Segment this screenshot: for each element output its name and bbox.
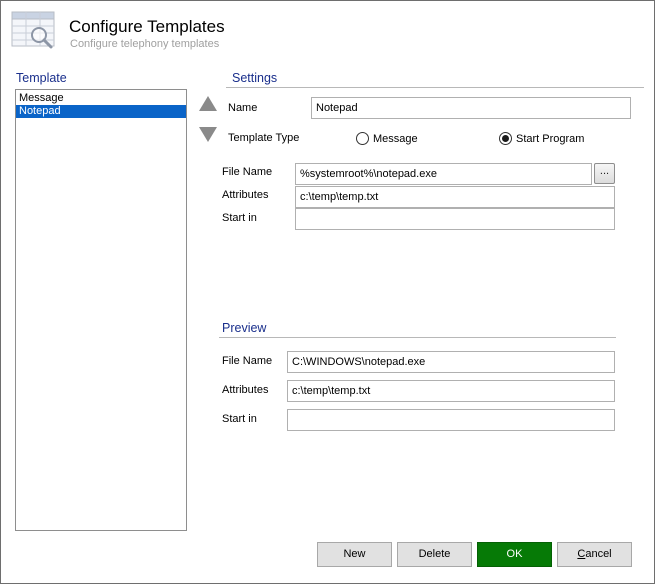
template-section-title: Template — [16, 71, 67, 85]
name-label: Name — [228, 102, 258, 114]
ok-button[interactable]: OK — [477, 542, 552, 567]
configure-templates-dialog: Configure Templates Configure telephony … — [0, 0, 655, 584]
template-list[interactable]: Message Notepad — [15, 89, 187, 531]
new-button[interactable]: New — [317, 542, 392, 567]
preview-file-name-field — [287, 351, 615, 373]
preview-divider — [219, 337, 616, 338]
preview-file-name-label: File Name — [222, 355, 273, 367]
delete-button[interactable]: Delete — [397, 542, 472, 567]
radio-message-label: Message — [373, 132, 418, 145]
preview-section-title: Preview — [222, 321, 267, 335]
move-up-arrow-icon[interactable] — [197, 93, 219, 115]
attributes-label: Attributes — [222, 189, 269, 201]
attributes-input[interactable] — [295, 186, 615, 208]
start-in-label: Start in — [222, 212, 257, 224]
template-list-item-notepad[interactable]: Notepad — [16, 105, 186, 118]
file-name-input[interactable] — [295, 163, 592, 185]
preview-start-in-field — [287, 409, 615, 431]
template-list-item-message[interactable]: Message — [16, 92, 186, 105]
radio-message-circle[interactable] — [356, 132, 369, 145]
cancel-button[interactable]: Cancel — [557, 542, 632, 567]
cancel-label-rest: ancel — [585, 548, 612, 560]
preview-start-in-label: Start in — [222, 413, 257, 425]
template-type-start-program-radio[interactable]: Start Program — [499, 132, 584, 145]
radio-start-program-circle[interactable] — [499, 132, 512, 145]
template-type-label: Template Type — [228, 132, 300, 144]
settings-section-title: Settings — [232, 71, 278, 85]
settings-divider — [226, 87, 644, 88]
preview-attributes-field — [287, 380, 615, 402]
start-in-input[interactable] — [295, 208, 615, 230]
template-type-message-radio[interactable]: Message — [356, 132, 418, 145]
dialog-subtitle: Configure telephony templates — [70, 38, 220, 50]
dialog-title: Configure Templates — [69, 17, 225, 36]
preview-attributes-label: Attributes — [222, 384, 269, 396]
move-down-arrow-icon[interactable] — [197, 123, 219, 145]
table-search-icon — [11, 11, 55, 49]
radio-start-program-label: Start Program — [516, 132, 585, 145]
name-input[interactable] — [311, 97, 631, 119]
file-name-label: File Name — [222, 166, 273, 178]
browse-button[interactable]: ... — [594, 163, 615, 184]
